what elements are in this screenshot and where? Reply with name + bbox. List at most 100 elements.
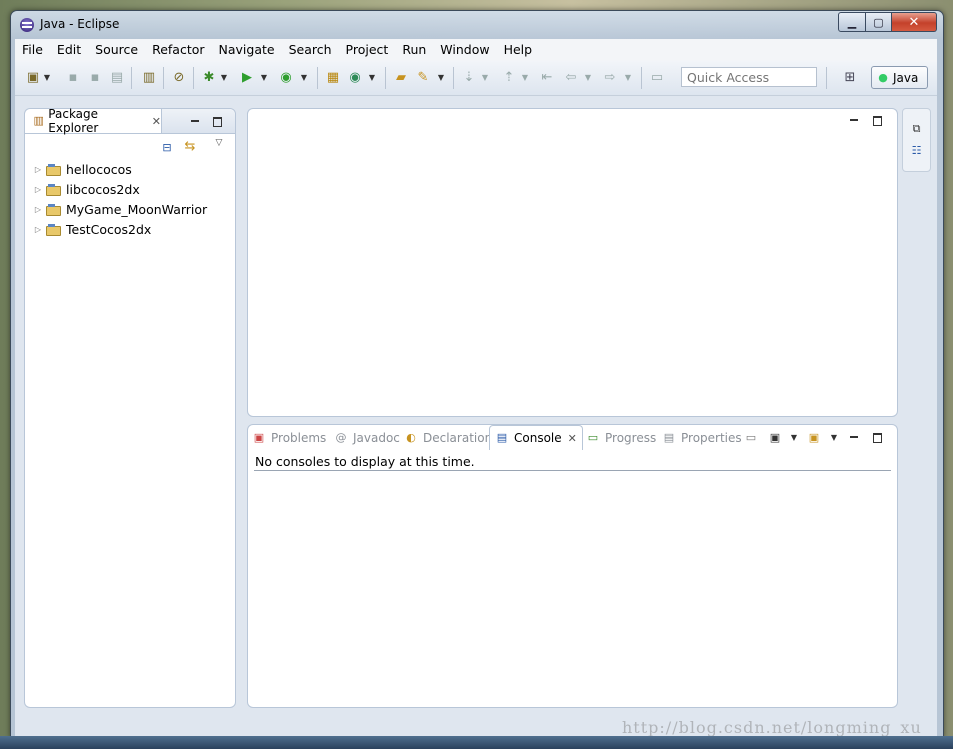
new-class-dropdown-icon[interactable]: ▼ — [368, 70, 376, 86]
menu-window[interactable]: Window — [433, 39, 496, 61]
editor-area[interactable] — [247, 108, 898, 417]
minimize-view-icon[interactable] — [848, 431, 860, 443]
open-perspective-icon[interactable]: ⊞ — [842, 70, 858, 86]
external-tools-icon[interactable]: ◉ — [278, 70, 294, 86]
toolbar-separator — [193, 67, 194, 89]
java-perspective-label: Java — [893, 70, 919, 85]
package-explorer-icon: ▥ — [33, 114, 44, 127]
tab-console[interactable]: ▤ Console ✕ — [489, 425, 583, 450]
tab-progress[interactable]: ▭ Progress — [586, 428, 656, 448]
display-console-dropdown-icon[interactable]: ▼ — [788, 432, 800, 444]
bottom-panel-tabstrip: ▣ Problems @ Javadoc ◐ Declaration ▤ Con… — [248, 425, 897, 451]
properties-icon: ▤ — [663, 431, 675, 444]
print-icon[interactable]: ▤ — [109, 70, 125, 86]
back-icon[interactable]: ⇦ — [563, 70, 579, 86]
tab-declaration[interactable]: ◐ Declaration — [404, 428, 492, 448]
next-annotation-dropdown-icon[interactable]: ▼ — [481, 70, 489, 86]
restore-icon[interactable]: ⧉ — [910, 122, 923, 135]
run-icon[interactable]: ▶ — [239, 70, 255, 86]
debug-dropdown-icon[interactable]: ▼ — [220, 70, 228, 86]
menu-refactor[interactable]: Refactor — [145, 39, 211, 61]
problems-icon: ▣ — [253, 431, 265, 444]
console-message: No consoles to display at this time. — [255, 454, 475, 469]
binary-icon[interactable]: ▥ — [141, 70, 157, 86]
main-toolbar: ▣ ▼ ▪ ▪ ▤ ▥ ⊘ ✱ ▼ ▶ ▼ ◉ ▼ ▦ ◉ ▼ ▰ ✎ ▼ ⇣ — [15, 61, 937, 96]
javadoc-icon: @ — [335, 431, 347, 444]
search-dropdown-icon[interactable]: ▼ — [437, 70, 445, 86]
expand-icon[interactable]: ▷ — [33, 185, 43, 194]
menu-file[interactable]: File — [15, 39, 50, 61]
tab-console-label: Console — [514, 431, 562, 445]
display-console-icon[interactable]: ▣ — [769, 432, 781, 444]
package-explorer-tab-label: Package Explorer — [48, 107, 99, 135]
last-edit-icon[interactable]: ⇤ — [539, 70, 555, 86]
new-console-icon[interactable]: ▣ — [808, 432, 820, 444]
close-button[interactable]: ✕ — [892, 12, 937, 32]
project-folder-icon — [46, 223, 62, 236]
pin-editor-icon[interactable]: ▭ — [649, 70, 665, 86]
java-perspective-icon: ● — [878, 70, 888, 84]
skip-breakpoints-icon[interactable]: ⊘ — [171, 70, 187, 86]
previous-annotation-icon[interactable]: ⇡ — [501, 70, 517, 86]
title-bar[interactable]: Java - Eclipse ▁ ▢ ✕ — [11, 11, 943, 39]
next-annotation-icon[interactable]: ⇣ — [461, 70, 477, 86]
external-tools-dropdown-icon[interactable]: ▼ — [300, 70, 308, 86]
project-label: hellococos — [66, 161, 132, 177]
menu-navigate[interactable]: Navigate — [212, 39, 282, 61]
save-all-icon[interactable]: ▪ — [87, 70, 103, 86]
collapse-all-icon[interactable]: ⊟ — [161, 142, 173, 154]
view-menu-icon[interactable]: ▽ — [213, 137, 225, 149]
quick-access-input[interactable] — [681, 67, 817, 87]
save-icon[interactable]: ▪ — [65, 70, 81, 86]
tab-javadoc-label: Javadoc — [353, 431, 400, 445]
project-folder-icon — [46, 203, 62, 216]
maximize-button[interactable]: ▢ — [866, 12, 892, 32]
menu-project[interactable]: Project — [339, 39, 396, 61]
open-console-icon[interactable]: ▭ — [745, 432, 757, 444]
tree-item[interactable]: ▷ MyGame_MoonWarrior — [33, 199, 207, 219]
tab-problems[interactable]: ▣ Problems — [252, 428, 327, 448]
outline-icon[interactable]: ☷ — [910, 144, 923, 157]
previous-annotation-dropdown-icon[interactable]: ▼ — [521, 70, 529, 86]
tree-item[interactable]: ▷ hellococos — [33, 159, 132, 179]
console-view: ▣ Problems @ Javadoc ◐ Declaration ▤ Con… — [247, 424, 898, 708]
minimize-editor-icon[interactable] — [848, 114, 860, 126]
forward-icon[interactable]: ⇨ — [602, 70, 618, 86]
new-icon[interactable]: ▣ — [25, 70, 41, 86]
expand-icon[interactable]: ▷ — [33, 165, 43, 174]
close-icon[interactable]: ✕ — [152, 115, 161, 128]
menu-run[interactable]: Run — [395, 39, 433, 61]
tree-item[interactable]: ▷ libcocos2dx — [33, 179, 140, 199]
open-type-icon[interactable]: ▰ — [393, 70, 409, 86]
back-dropdown-icon[interactable]: ▼ — [584, 70, 592, 86]
new-dropdown-icon[interactable]: ▼ — [43, 70, 51, 86]
minimize-view-icon[interactable] — [189, 115, 201, 127]
maximize-view-icon[interactable] — [211, 115, 223, 127]
menu-edit[interactable]: Edit — [50, 39, 88, 61]
java-perspective-button[interactable]: ● Java — [871, 66, 928, 89]
tab-javadoc[interactable]: @ Javadoc — [334, 428, 400, 448]
maximize-view-icon[interactable] — [871, 431, 883, 443]
search-icon[interactable]: ✎ — [415, 70, 431, 86]
new-class-icon[interactable]: ◉ — [347, 70, 363, 86]
tree-item[interactable]: ▷ TestCocos2dx — [33, 219, 151, 239]
workbench: File Edit Source Refactor Navigate Searc… — [15, 39, 937, 737]
debug-icon[interactable]: ✱ — [201, 70, 217, 86]
expand-icon[interactable]: ▷ — [33, 205, 43, 214]
close-icon[interactable]: ✕ — [568, 432, 577, 445]
new-console-dropdown-icon[interactable]: ▼ — [828, 432, 840, 444]
new-package-icon[interactable]: ▦ — [325, 70, 341, 86]
menu-help[interactable]: Help — [497, 39, 540, 61]
expand-icon[interactable]: ▷ — [33, 225, 43, 234]
forward-dropdown-icon[interactable]: ▼ — [624, 70, 632, 86]
run-dropdown-icon[interactable]: ▼ — [260, 70, 268, 86]
progress-icon: ▭ — [587, 431, 599, 444]
menu-search[interactable]: Search — [282, 39, 339, 61]
maximize-editor-icon[interactable] — [871, 114, 883, 126]
tab-properties[interactable]: ▤ Properties — [662, 428, 742, 448]
package-explorer-tab[interactable]: ▥ Package Explorer ✕ — [25, 107, 162, 135]
menu-source[interactable]: Source — [88, 39, 145, 61]
link-with-editor-icon[interactable]: ⇆ — [184, 140, 196, 153]
console-icon: ▤ — [496, 431, 508, 444]
minimize-button[interactable]: ▁ — [838, 12, 866, 32]
